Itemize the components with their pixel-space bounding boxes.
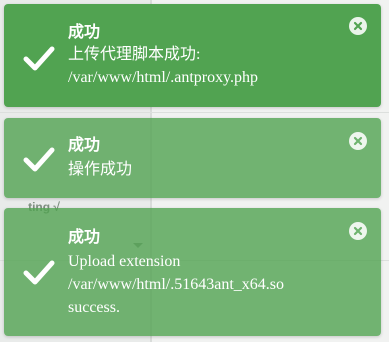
toast-message: 操作成功 (68, 161, 133, 178)
check-icon (23, 46, 55, 71)
toast-title: 成功 (68, 137, 101, 154)
close-icon[interactable] (349, 132, 367, 150)
toast-success[interactable]: 成功 操作成功 (4, 118, 381, 198)
toast-message: Upload extension /var/www/html/.51643ant… (68, 253, 284, 316)
check-icon (23, 147, 55, 172)
check-icon (23, 260, 55, 285)
close-icon[interactable] (349, 222, 367, 240)
close-icon[interactable] (349, 17, 367, 35)
toast-success[interactable]: 成功 上传代理脚本成功: /var/www/html/.antproxy.php (4, 4, 381, 107)
toast-title: 成功 (68, 229, 101, 246)
background-row-line (0, 112, 389, 113)
toast-title: 成功 (68, 24, 101, 41)
toast-message: 上传代理脚本成功: /var/www/html/.antproxy.php (68, 46, 259, 86)
toast-success[interactable]: 成功 Upload extension /var/www/html/.51643… (4, 208, 381, 336)
